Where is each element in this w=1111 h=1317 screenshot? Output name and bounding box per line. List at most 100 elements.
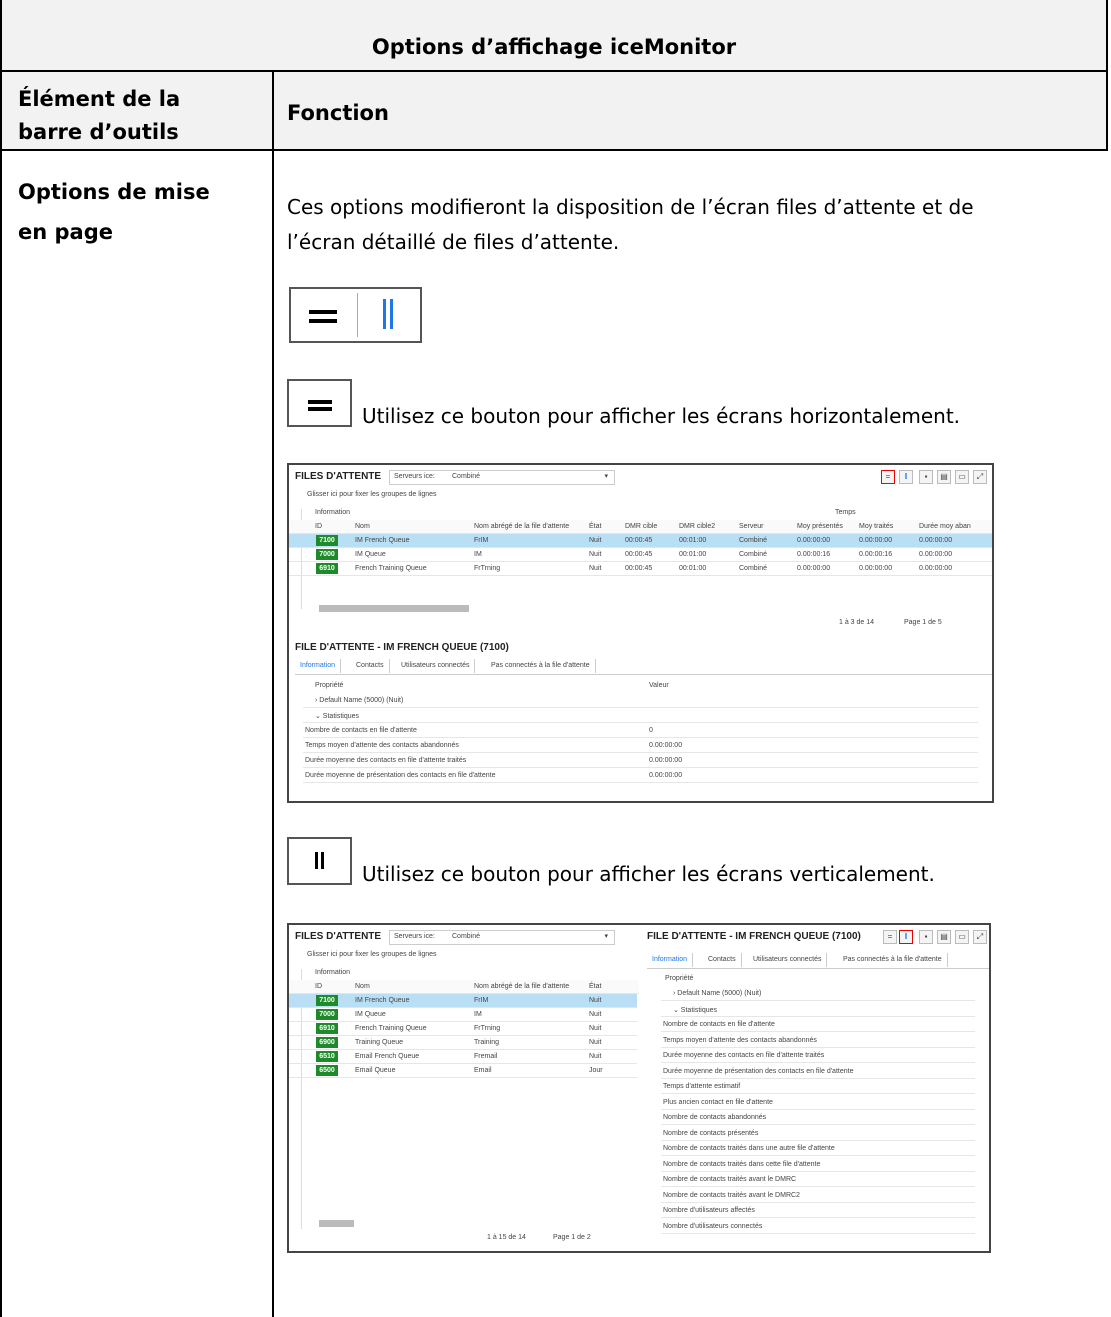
column-header[interactable]: Moy présentés (797, 523, 843, 530)
table-row[interactable]: 6910 French Training Queue FrTrning Nuit 00:… (289, 562, 992, 576)
horizontal-scrollbar[interactable] (319, 605, 469, 612)
detail-tab[interactable]: Contacts (703, 953, 742, 967)
column-header[interactable]: État (589, 983, 601, 990)
vertical-layout-icon[interactable]: ‖ (899, 930, 913, 944)
column-header[interactable]: ID (315, 983, 322, 990)
detail-tab[interactable]: Information (647, 953, 694, 967)
vertical-description: Utilisez ce bouton pour afficher les écr… (362, 862, 935, 886)
table-cell: FrTrning (474, 565, 501, 572)
expand-icon[interactable]: ⤢ (973, 470, 987, 484)
row-label: Options de mise en page (18, 172, 258, 252)
window-icon[interactable]: ▭ (955, 930, 969, 944)
table-cell: French Training Queue (355, 1025, 427, 1032)
copy-icon[interactable]: ▤ (937, 930, 951, 944)
property-row: › Default Name (5000) (Nuit) (661, 987, 975, 1001)
detail-tab[interactable]: Contacts (351, 659, 390, 673)
copy-icon[interactable]: ▤ (937, 470, 951, 484)
window-icon[interactable]: ▭ (955, 470, 969, 484)
save-icon[interactable]: ▪ (919, 930, 933, 944)
queue-id-badge: 7100 (316, 995, 338, 1006)
info-group-label: Information (315, 969, 351, 976)
detail-tab[interactable]: Utilisateurs connectés (396, 659, 476, 673)
property-name: Temps d'attente estimatif (663, 1083, 741, 1090)
property-name: Nombre de contacts traités dans cette fi… (663, 1160, 821, 1168)
property-row: Durée moyenne des contacts en file d'att… (661, 1049, 975, 1063)
row-label-line2: en page (18, 220, 113, 244)
horizontal-layout-icon[interactable]: = (881, 470, 895, 484)
horizontal-scrollbar[interactable] (319, 1220, 354, 1227)
column-header[interactable]: Nom (355, 523, 370, 530)
table-row[interactable]: 7100 IM French Queue FrIM Nuit 00:00:45 00:01… (289, 534, 992, 548)
column-header[interactable]: Serveur (739, 523, 764, 530)
table-cell: IM (474, 551, 482, 558)
column-header[interactable]: Nom (355, 983, 370, 990)
servers-dropdown[interactable]: Serveurs ice: Combiné ▾ (389, 930, 615, 945)
property-value: 0 (649, 727, 653, 734)
expand-icon[interactable]: ⤢ (973, 930, 987, 944)
table-cell: 00:01:00 (679, 537, 707, 544)
property-name: Nombre de contacts présentés (663, 1129, 759, 1137)
table-row[interactable]: 7000 IM Queue IM Nuit 00:00:45 00:01:00 Combin… (289, 548, 992, 562)
save-icon[interactable]: ▪ (919, 470, 933, 484)
property-name: Nombre d'utilisateurs affectés (663, 1207, 755, 1214)
property-row: ⌄ Statistiques (303, 709, 978, 723)
table-cell: 0.00:00:00 (797, 537, 831, 544)
table-row[interactable]: 6910 French Training Queue FrTrning Nuit (289, 1022, 637, 1036)
property-name: Temps moyen d'attente des contacts aband… (305, 742, 459, 749)
detail-tab[interactable]: Utilisateurs connectés (748, 953, 828, 967)
column-header[interactable]: Nom abrégé de la file d'attente (474, 523, 569, 530)
chevron-down-icon: ▾ (604, 933, 608, 940)
property-row: › Default Name (5000) (Nuit) (303, 694, 978, 708)
queue-id-badge: 6510 (316, 1051, 338, 1062)
column-header[interactable]: DMR cible (625, 523, 657, 530)
detail-tab[interactable]: Pas connectés à la file d'attente (838, 953, 948, 967)
column-header[interactable]: Nom abrégé de la file d'attente (474, 983, 569, 990)
property-row: ⌄ Statistiques (661, 1003, 975, 1017)
table-row[interactable]: 7100 IM French Queue FrIM Nuit (289, 994, 637, 1008)
table-cell: Nuit (589, 565, 602, 572)
col2-header: Fonction (287, 101, 389, 125)
property-row: Durée moyenne de présentation des contac… (303, 769, 978, 783)
horizontal-layout-icon[interactable]: = (883, 930, 897, 944)
vertical-layout-icon[interactable] (381, 299, 395, 329)
value-header: Valeur (649, 682, 669, 689)
property-name: Durée moyenne des contacts en file d'att… (305, 757, 467, 764)
table-cell: Combiné (739, 537, 768, 544)
horizontal-layout-button[interactable] (287, 379, 352, 427)
table-row[interactable]: 6900 Training Queue Training Nuit (289, 1036, 637, 1050)
table-cell: IM French Queue (355, 997, 410, 1004)
queue-id-badge: 6900 (316, 1037, 338, 1048)
property-row: Nombre de contacts en file d'attente 0 (303, 724, 978, 738)
detail-tab[interactable]: Information (295, 659, 342, 673)
table-row[interactable]: 6510 Email French Queue Fremail Nuit (289, 1050, 637, 1064)
table-cell: 00:00:45 (625, 537, 653, 544)
column-header[interactable]: DMR cible2 (679, 523, 715, 530)
column-header[interactable]: État (589, 523, 601, 530)
column-header[interactable]: ID (315, 523, 322, 530)
table-cell: Nuit (589, 1025, 602, 1032)
column-header[interactable]: Moy traités (859, 523, 893, 530)
property-name: ⌄ Statistiques (315, 713, 359, 720)
property-value: 0.00:00:00 (649, 742, 683, 749)
property-row: Plus ancien contact en file d'attente (661, 1096, 975, 1110)
property-row: Nombre de contacts traités avant le DMRC (661, 1173, 975, 1187)
servers-dropdown[interactable]: Serveurs ice: Combiné ▾ (389, 470, 615, 485)
table-cell: Nuit (589, 537, 602, 544)
column-header[interactable]: Durée moy aban (919, 523, 971, 530)
property-name: ⌄ Statistiques (673, 1006, 717, 1014)
servers-label: Serveurs ice: (394, 933, 435, 940)
table-cell: FrIM (474, 997, 489, 1004)
table-row[interactable]: 6500 Email Queue Email Jour (289, 1064, 637, 1078)
detail-tab[interactable]: Pas connectés à la file d'attente (486, 659, 596, 673)
property-row: Durée moyenne des contacts en file d'att… (303, 754, 978, 768)
time-group-label: Temps (835, 509, 856, 516)
vertical-layout-button[interactable] (287, 837, 352, 885)
table-cell: 00:00:45 (625, 565, 653, 572)
table-row[interactable]: 7000 IM Queue IM Nuit (289, 1008, 637, 1022)
vertical-layout-icon[interactable]: ‖ (899, 470, 913, 484)
horizontal-layout-icon[interactable] (309, 307, 337, 327)
table-cell: Nuit (589, 551, 602, 558)
property-row: Temps moyen d'attente des contacts aband… (661, 1034, 975, 1048)
table-cell: Training Queue (355, 1039, 403, 1046)
pager-count: 1 à 3 de 14 (839, 619, 875, 626)
